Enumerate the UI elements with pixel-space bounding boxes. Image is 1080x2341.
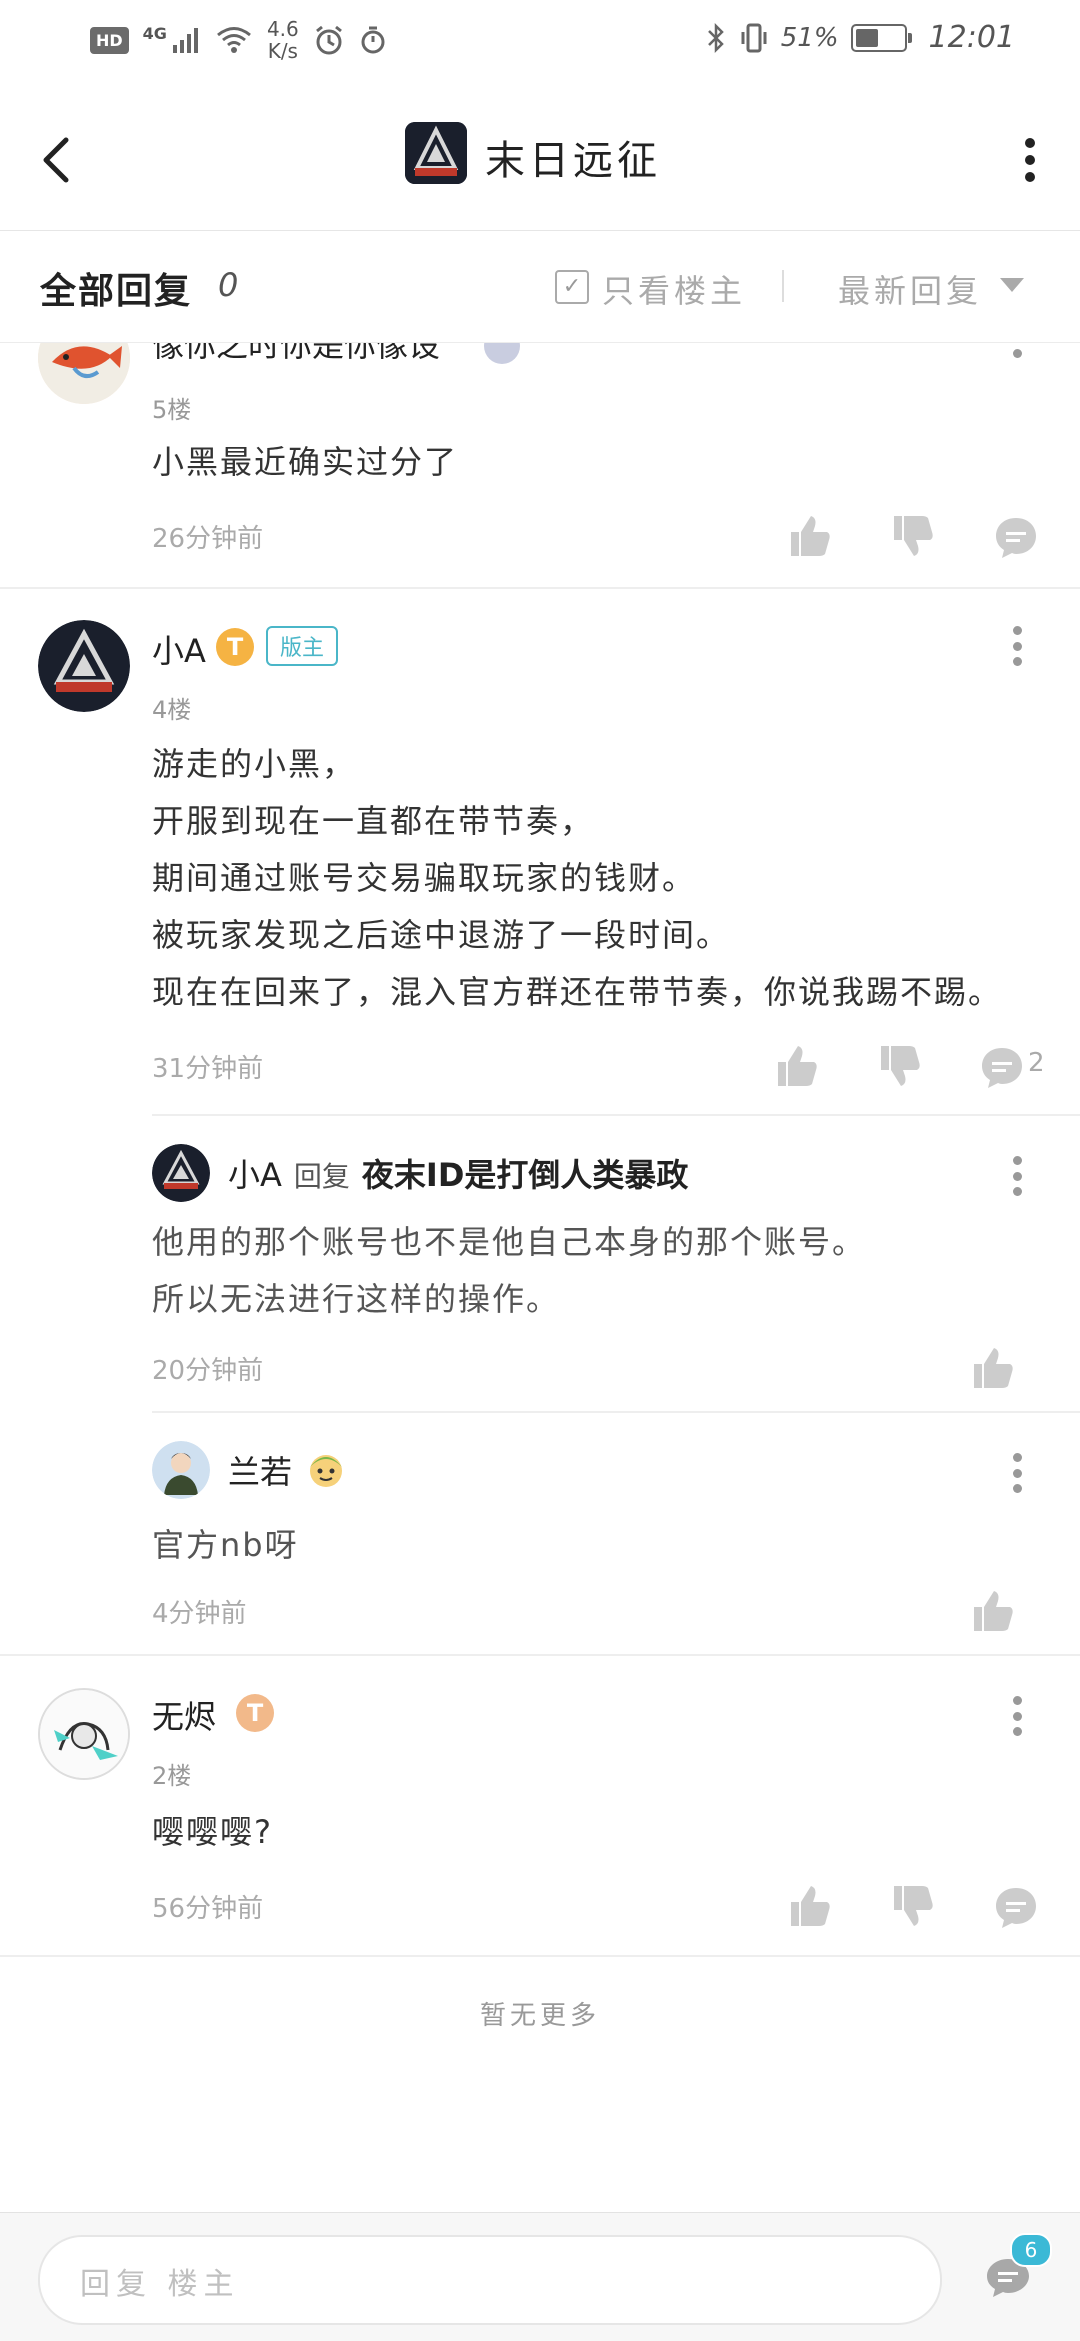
- thumbs-up-icon[interactable]: [968, 1587, 1016, 1635]
- chevron-down-icon[interactable]: [1000, 278, 1024, 292]
- more-vertical-icon: [1010, 138, 1050, 182]
- status-right: 51% 12:01: [705, 20, 1015, 55]
- battery-icon: [850, 23, 912, 52]
- reply-count: 0: [218, 266, 239, 304]
- comment-icon[interactable]: [992, 1884, 1040, 1932]
- sort-dropdown[interactable]: 最新回复: [838, 266, 982, 312]
- title-bar: 末日远征: [0, 90, 1080, 231]
- level-badge: T: [216, 628, 254, 666]
- post-content: 小黑最近确实过分了: [152, 443, 459, 481]
- post-content-line: 现在在回来了，混入官方群还在带节奏，你说我踢不踢。: [152, 973, 1003, 1011]
- reply-target-username[interactable]: 夜末ID是打倒人类暴政: [362, 1150, 688, 1196]
- level-badge: T: [236, 1694, 274, 1732]
- post-content-line: 被玩家发现之后途中退游了一段时间。: [152, 916, 731, 954]
- only-op-checkbox[interactable]: ✓: [555, 270, 589, 304]
- reply-verb: 回复: [293, 1160, 350, 1193]
- status-left: HD 4G 4.6 K/s: [90, 18, 387, 62]
- vibrate-icon: [741, 23, 767, 52]
- only-op-label[interactable]: 只看楼主: [602, 266, 746, 312]
- post-content-line: 游走的小黑，: [152, 745, 357, 783]
- moderator-tag: 版主: [266, 626, 339, 666]
- app-logo-icon: [405, 122, 467, 184]
- hd-icon: HD: [90, 26, 129, 54]
- username[interactable]: 无烬: [152, 1692, 216, 1738]
- comment-icon[interactable]: [992, 514, 1040, 562]
- sub-reply-item: 小A 回复 夜末ID是打倒人类暴政 他用的那个账号也不是他自己本身的那个账号。 …: [0, 1116, 1080, 1411]
- thumbs-down-icon[interactable]: [875, 1042, 923, 1090]
- page-title: 末日远征: [485, 138, 661, 184]
- more-options-button[interactable]: [1010, 130, 1050, 190]
- post-menu-button[interactable]: [1007, 1696, 1027, 1736]
- cell-signal-icon: [172, 28, 198, 53]
- comment-icon[interactable]: [978, 1044, 1026, 1092]
- reply-header: 小A 回复 夜末ID是打倒人类暴政: [228, 1150, 688, 1196]
- reply-menu-button[interactable]: [1007, 1453, 1027, 1493]
- sub-reply-item: 兰若 官方nb呀 4分钟前: [0, 1413, 1080, 1653]
- reply-time: 4分钟前: [152, 1599, 247, 1629]
- thumbs-down-icon[interactable]: [888, 512, 936, 560]
- reply-content-line: 他用的那个账号也不是他自己本身的那个账号。: [152, 1223, 867, 1261]
- alarm-icon: [315, 25, 342, 55]
- avatar[interactable]: [38, 1688, 130, 1780]
- post-content-line: 期间通过账号交易骗取玩家的钱财。: [152, 859, 697, 897]
- reply-filter-bar: 全部回复 0 ✓ 只看楼主 最新回复: [0, 232, 1080, 343]
- post-time: 56分钟前: [152, 1894, 264, 1924]
- reply-menu-button[interactable]: [1007, 1156, 1027, 1196]
- floor-number: 2楼: [152, 1762, 192, 1790]
- thumbs-up-icon[interactable]: [968, 1344, 1016, 1392]
- post-menu-button[interactable]: [1007, 626, 1027, 666]
- emoji-badge-icon: [310, 1455, 342, 1487]
- battery-percent: 51%: [780, 22, 839, 53]
- reply-bar: 回复 楼主 6: [0, 2212, 1080, 2341]
- timer-icon: [361, 26, 385, 54]
- speed-unit: K/s: [267, 39, 298, 63]
- back-arrow-icon: [43, 137, 69, 183]
- comment-count: 2: [1028, 1048, 1045, 1078]
- reply-content: 他用的那个账号也不是他自己本身的那个账号。 所以无法进行这样的操作。: [152, 1214, 866, 1328]
- post-divider: [0, 1955, 1080, 1957]
- signal-4g-label: 4G: [142, 23, 167, 43]
- avatar[interactable]: [152, 1441, 210, 1499]
- floor-number: 4楼: [152, 696, 192, 724]
- username[interactable]: 小A: [152, 626, 206, 672]
- post-item: 小A T 版主 4楼 游走的小黑， 开服到现在一直都在带节奏， 期间通过账号交易…: [0, 590, 1080, 1115]
- avatar[interactable]: [38, 620, 130, 712]
- thumbs-up-icon[interactable]: [772, 1042, 820, 1090]
- post-content-line: 开服到现在一直都在带节奏，: [152, 802, 595, 840]
- post-content: 嘤嘤嘤?: [152, 1813, 273, 1851]
- post-time: 26分钟前: [152, 524, 264, 554]
- message-count-badge: 6: [1010, 2233, 1052, 2267]
- post-item: 像你之时你是你像设 5楼 小黑最近确实过分了 26分钟前: [0, 312, 1080, 587]
- filter-divider: [782, 270, 784, 302]
- thumbs-up-icon[interactable]: [785, 512, 833, 560]
- thumbs-down-icon[interactable]: [888, 1882, 936, 1930]
- speed-value: 4.6: [266, 17, 299, 41]
- back-button[interactable]: [30, 130, 80, 190]
- post-item: 无烬 T 2楼 嘤嘤嘤? 56分钟前: [0, 1656, 1080, 1956]
- no-more-label: 暂无更多: [479, 2001, 600, 2031]
- status-bar: HD 4G 4.6 K/s 51% 12:01: [0, 0, 1080, 90]
- post-content: 游走的小黑， 开服到现在一直都在带节奏， 期间通过账号交易骗取玩家的钱财。 被玩…: [152, 736, 1032, 1021]
- reply-placeholder[interactable]: 回复 楼主: [80, 2259, 240, 2303]
- network-speed: 4.6 K/s: [267, 18, 299, 62]
- floor-number: 5楼: [152, 396, 192, 424]
- avatar[interactable]: [152, 1144, 210, 1202]
- username[interactable]: 兰若: [228, 1447, 292, 1493]
- reply-content-line: 所以无法进行这样的操作。: [152, 1280, 561, 1318]
- clock: 12:01: [928, 20, 1015, 55]
- reply-time: 20分钟前: [152, 1356, 264, 1386]
- all-replies-label: 全部回复: [40, 271, 193, 312]
- wifi-icon: [216, 27, 251, 53]
- post-time: 31分钟前: [152, 1054, 264, 1084]
- post-divider: [0, 587, 1080, 589]
- bluetooth-icon: [707, 22, 724, 53]
- username[interactable]: 小A: [228, 1150, 282, 1196]
- thumbs-up-icon[interactable]: [785, 1882, 833, 1930]
- reply-content: 官方nb呀: [152, 1526, 299, 1564]
